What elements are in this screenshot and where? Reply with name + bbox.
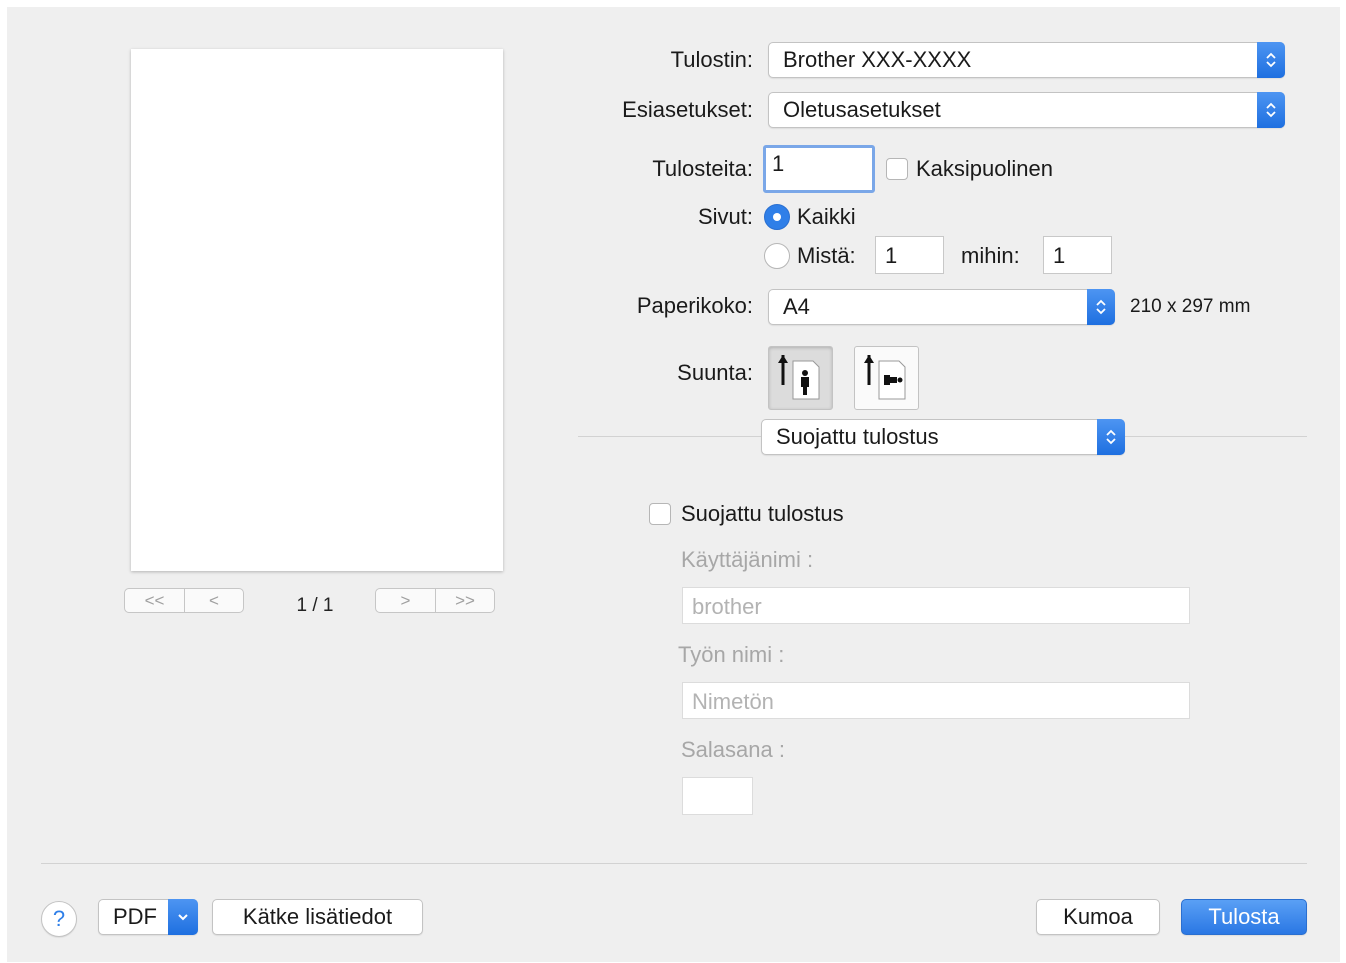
pages-to-label: mihin: <box>961 243 1020 268</box>
updown-chevron-icon <box>1087 289 1115 325</box>
landscape-orientation-button[interactable] <box>854 346 919 410</box>
previous-page-button[interactable]: < <box>184 589 243 612</box>
pages-from-input[interactable]: 1 <box>875 236 944 274</box>
username-input[interactable]: brother <box>682 587 1190 624</box>
last-page-button[interactable]: >> <box>435 589 494 612</box>
preview-nav-back: << < <box>124 588 244 613</box>
copies-input[interactable]: 1 <box>763 145 875 193</box>
pages-label: Sivut: <box>697 204 753 229</box>
updown-chevron-icon <box>1097 419 1125 455</box>
secure-print-label: Suojattu tulostus <box>681 501 844 526</box>
footer-divider <box>41 863 1307 864</box>
presets-select[interactable]: Oletusasetukset <box>768 92 1285 128</box>
printer-label: Tulostin: <box>670 47 753 72</box>
section-value: Suojattu tulostus <box>776 424 939 449</box>
page-preview <box>131 49 503 571</box>
username-label: Käyttäjänimi : <box>681 547 814 572</box>
secure-print-checkbox[interactable] <box>649 503 671 525</box>
landscape-icon <box>864 355 906 400</box>
two-sided-checkbox[interactable] <box>886 158 908 180</box>
paper-size-value: A4 <box>783 294 810 319</box>
pages-all-label: Kaikki <box>797 204 856 229</box>
orientation-label: Suunta: <box>677 360 753 385</box>
hide-details-button[interactable]: Kätke lisätiedot <box>212 899 423 935</box>
updown-chevron-icon <box>1257 92 1285 128</box>
portrait-icon <box>778 355 820 400</box>
pdf-label: PDF <box>113 904 157 929</box>
pdf-menu-button[interactable]: PDF <box>98 899 198 935</box>
pages-all-radio[interactable] <box>764 204 790 230</box>
password-label: Salasana : <box>681 737 785 762</box>
pages-range-radio[interactable] <box>764 243 790 269</box>
print-dialog: << < 1 / 1 > >> Tulostin: Brother XXX-XX… <box>7 7 1340 962</box>
two-sided-label: Kaksipuolinen <box>916 156 1053 181</box>
copies-label: Tulosteita: <box>652 156 753 181</box>
first-page-button[interactable]: << <box>125 589 184 612</box>
preview-nav-forward: > >> <box>375 588 495 613</box>
print-button[interactable]: Tulosta <box>1181 899 1307 935</box>
pages-to-input[interactable]: 1 <box>1043 236 1112 274</box>
paper-size-label: Paperikoko: <box>636 293 753 318</box>
pages-from-label: Mistä: <box>797 243 856 268</box>
section-select[interactable]: Suojattu tulostus <box>761 419 1125 455</box>
presets-label: Esiasetukset: <box>622 97 753 122</box>
presets-value: Oletusasetukset <box>783 97 941 122</box>
job-name-label: Työn nimi : <box>678 642 785 667</box>
paper-size-select[interactable]: A4 <box>768 289 1115 325</box>
updown-chevron-icon <box>1257 42 1285 78</box>
job-name-input[interactable]: Nimetön <box>682 682 1190 719</box>
portrait-orientation-button[interactable] <box>768 346 833 410</box>
printer-select[interactable]: Brother XXX-XXXX <box>768 42 1285 78</box>
chevron-down-icon <box>168 899 198 935</box>
page-indicator: 1 / 1 <box>296 595 334 616</box>
printer-value: Brother XXX-XXXX <box>783 47 972 72</box>
paper-dimensions: 210 x 297 mm <box>1130 296 1251 317</box>
cancel-button[interactable]: Kumoa <box>1036 899 1160 935</box>
password-input[interactable] <box>682 777 753 815</box>
next-page-button[interactable]: > <box>376 589 435 612</box>
help-button[interactable]: ? <box>41 901 77 937</box>
